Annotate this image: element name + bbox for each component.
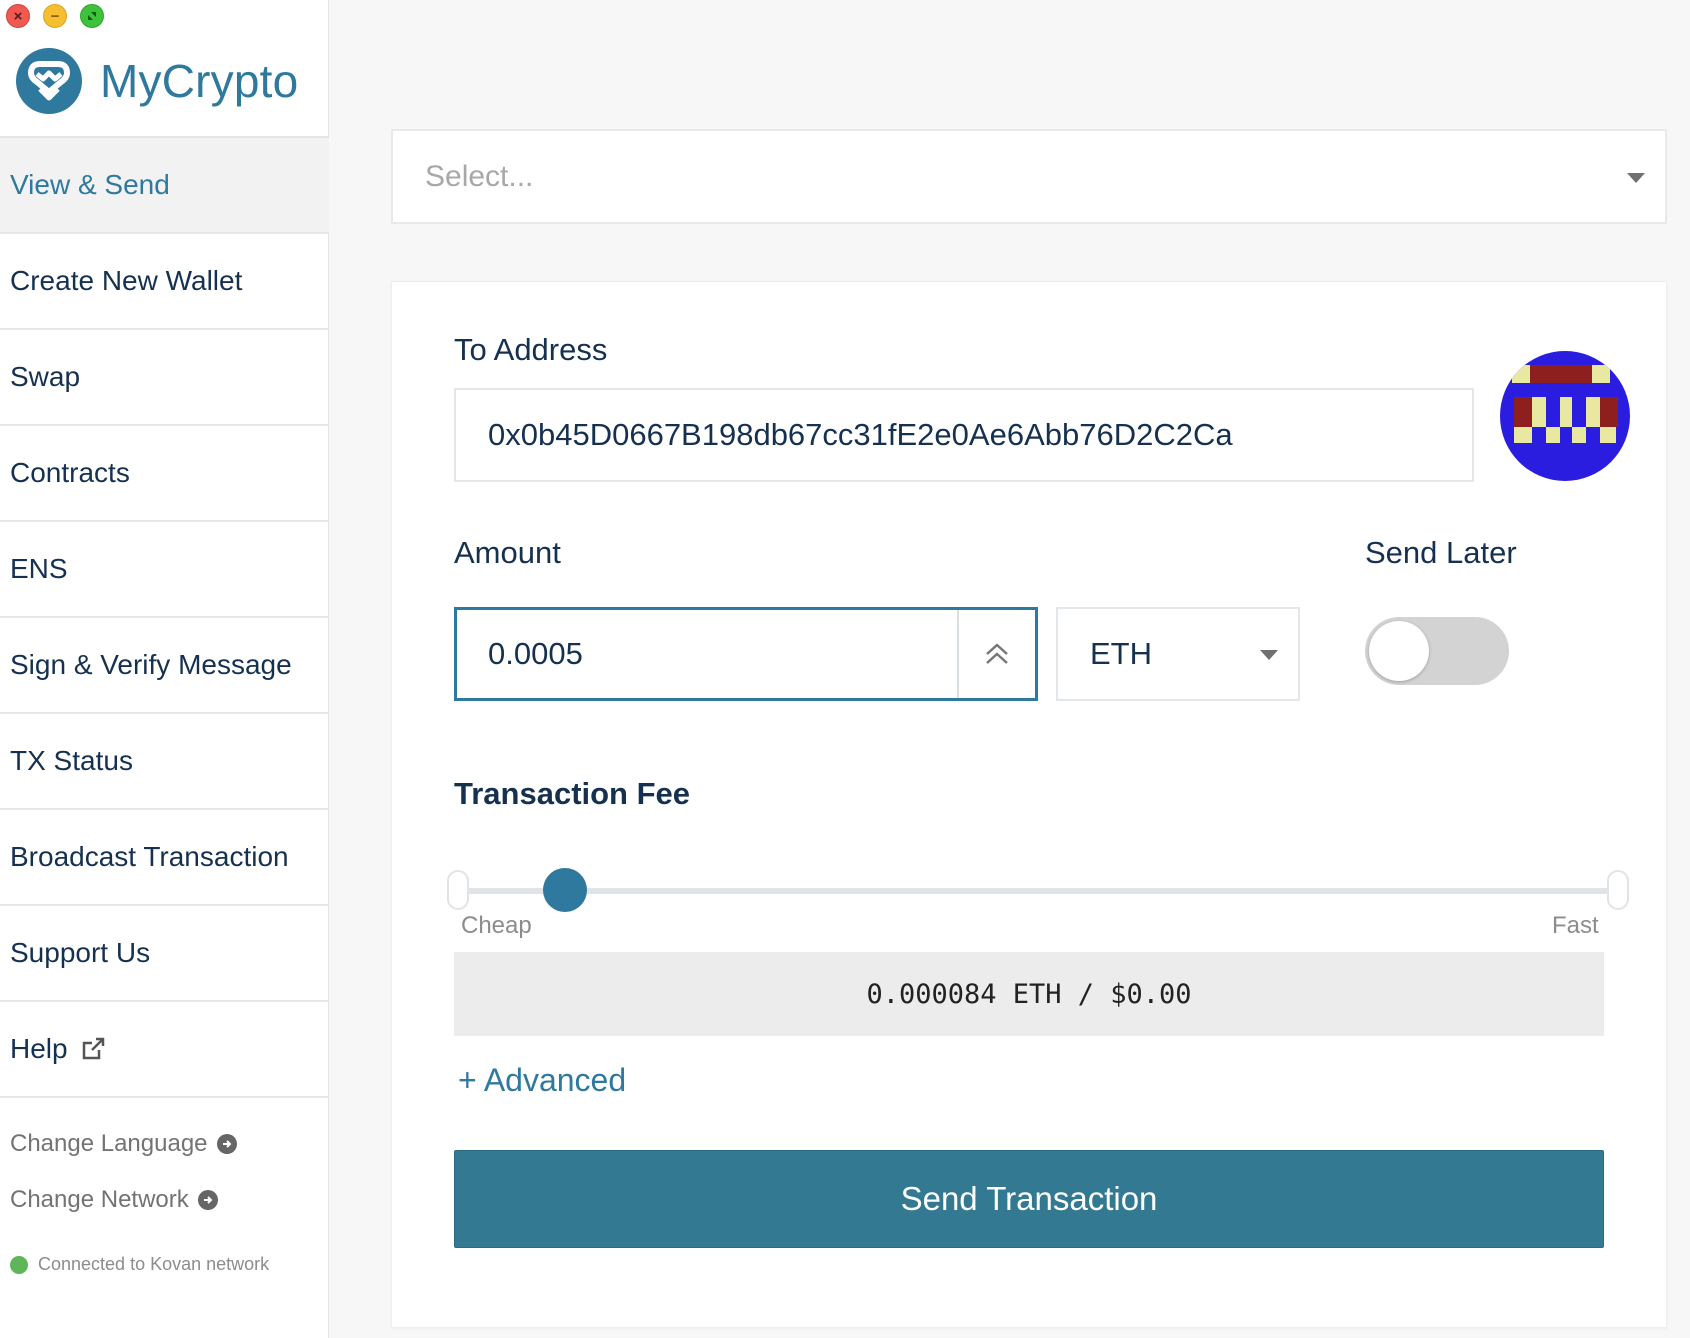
sidebar-item-help[interactable]: Help: [0, 1002, 329, 1098]
change-language-link[interactable]: Change Language: [10, 1130, 237, 1158]
status-dot-icon: [10, 1255, 28, 1274]
change-language-label: Change Language: [10, 1130, 208, 1157]
to-address-value: 0x0b45D0667B198db67cc31fE2e0Ae6Abb76D2C2…: [488, 417, 1233, 452]
sidebar-item-ens[interactable]: ENS: [0, 522, 329, 618]
external-link-icon: [82, 1037, 104, 1060]
send-transaction-card: To Address 0x0b45D0667B198db67cc31fE2e0A…: [391, 281, 1667, 1328]
change-network-label: Change Network: [10, 1186, 189, 1213]
amount-field: 0.0005: [454, 607, 1038, 701]
double-chevron-up-icon: [986, 643, 1008, 664]
sidebar-item-broadcast-transaction[interactable]: Broadcast Transaction: [0, 810, 329, 906]
unit-value: ETH: [1090, 636, 1152, 671]
sidebar-item-create-new-wallet[interactable]: Create New Wallet: [0, 234, 329, 330]
mycrypto-logo-icon: [16, 48, 82, 114]
fee-slider-min-handle: [447, 870, 469, 910]
amount-input[interactable]: 0.0005: [457, 610, 957, 698]
close-window-button[interactable]: ×: [6, 4, 30, 28]
change-network-link[interactable]: Change Network: [10, 1186, 218, 1214]
address-identicon: [1500, 351, 1630, 481]
sidebar-item-label: Create New Wallet: [10, 265, 243, 296]
wallet-select-dropdown[interactable]: Select...: [391, 129, 1667, 224]
sidebar-item-tx-status[interactable]: TX Status: [0, 714, 329, 810]
sidebar-item-contracts[interactable]: Contracts: [0, 426, 329, 522]
fee-display-value: 0.000084 ETH / $0.00: [866, 978, 1192, 1010]
fee-slider-min-label: Cheap: [461, 912, 532, 939]
sidebar-item-label: Help: [10, 1033, 68, 1064]
sidebar: × − MyCrypto View & Send Create New Wall…: [0, 0, 329, 1338]
send-later-toggle[interactable]: [1365, 617, 1509, 685]
wallet-select-placeholder: Select...: [425, 159, 534, 193]
arrow-circle-right-icon: [216, 1134, 237, 1154]
fee-slider-max-handle: [1607, 870, 1629, 910]
sidebar-item-label: TX Status: [10, 745, 133, 776]
sidebar-item-label: Support Us: [10, 937, 151, 968]
sidebar-item-label: View & Send: [10, 169, 170, 200]
maximize-window-button[interactable]: [80, 4, 104, 28]
fee-slider-track[interactable]: [460, 888, 1620, 894]
sidebar-item-view-send[interactable]: View & Send: [0, 138, 329, 234]
sidebar-item-support-us[interactable]: Support Us: [0, 906, 329, 1002]
to-address-input[interactable]: 0x0b45D0667B198db67cc31fE2e0Ae6Abb76D2C2…: [454, 388, 1474, 482]
transaction-fee-label: Transaction Fee: [454, 776, 691, 811]
sidebar-nav: View & Send Create New Wallet Swap Contr…: [0, 136, 329, 1098]
brand-name: MyCrypto: [100, 55, 299, 107]
send-everything-button[interactable]: [957, 610, 1035, 698]
brand-logo[interactable]: MyCrypto: [14, 46, 298, 116]
chevron-down-icon: [1627, 173, 1645, 183]
amount-label: Amount: [454, 535, 561, 570]
advanced-toggle-link[interactable]: + Advanced: [458, 1062, 626, 1099]
sidebar-item-swap[interactable]: Swap: [0, 330, 329, 426]
fee-slider-max-label: Fast: [1552, 912, 1599, 939]
sidebar-item-label: Swap: [10, 361, 81, 392]
amount-value: 0.0005: [488, 636, 583, 671]
to-address-label: To Address: [454, 332, 608, 367]
window-controls: × −: [6, 4, 104, 28]
unit-select-dropdown[interactable]: ETH: [1056, 607, 1300, 701]
fee-display: 0.000084 ETH / $0.00: [454, 952, 1604, 1036]
fee-slider-thumb[interactable]: [543, 868, 587, 912]
network-status: Connected to Kovan network: [10, 1254, 269, 1275]
sidebar-item-sign-verify-message[interactable]: Sign & Verify Message: [0, 618, 329, 714]
sidebar-item-label: Sign & Verify Message: [10, 649, 292, 680]
send-transaction-button[interactable]: Send Transaction: [454, 1150, 1604, 1248]
sidebar-item-label: ENS: [10, 553, 68, 584]
sidebar-item-label: Contracts: [10, 457, 130, 488]
chevron-down-icon: [1260, 650, 1278, 660]
network-status-label: Connected to Kovan network: [38, 1254, 270, 1274]
arrow-circle-right-icon: [197, 1190, 218, 1210]
send-later-label: Send Later: [1365, 535, 1517, 570]
minimize-window-button[interactable]: −: [43, 4, 67, 28]
toggle-knob: [1369, 621, 1429, 681]
sidebar-item-label: Broadcast Transaction: [10, 841, 289, 872]
